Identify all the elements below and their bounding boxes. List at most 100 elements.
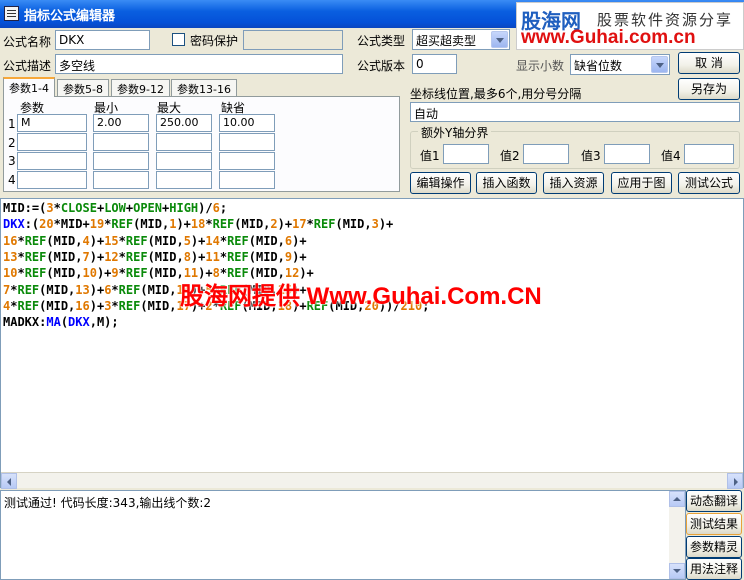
code-token: 10: [3, 266, 18, 281]
code-token: *: [17, 249, 25, 264]
formula-version-input[interactable]: 0: [412, 54, 457, 74]
code-token: DKX: [3, 217, 25, 232]
formula-name-label: 公式名称: [3, 35, 52, 49]
param-row-index: 4: [8, 173, 16, 187]
param-min-cell[interactable]: [93, 152, 149, 170]
code-token: 20: [39, 217, 54, 232]
scroll-down-icon[interactable]: [669, 563, 685, 579]
usage-notes-button[interactable]: 用法注释: [686, 558, 742, 580]
param-max-cell[interactable]: 250.00: [156, 114, 212, 132]
param-default-cell[interactable]: [219, 171, 275, 189]
param-default-cell[interactable]: 10.00: [219, 114, 275, 132]
insert-function-button[interactable]: 插入函数: [476, 172, 537, 194]
tab-params-9-12[interactable]: 参数9-12: [111, 79, 170, 97]
scroll-left-icon[interactable]: [1, 473, 17, 489]
output-panel[interactable]: 测试通过! 代码长度:343,输出线个数:2: [0, 490, 686, 580]
code-token: (MID,: [133, 217, 170, 232]
axis-value3-input[interactable]: [604, 144, 650, 164]
tab-params-5-8[interactable]: 参数5-8: [57, 79, 109, 97]
code-token: (MID,: [147, 233, 184, 248]
watermark-banner: 股海网 股票软件资源分享 www.Guhai.com.cn: [516, 2, 744, 50]
param-min-cell[interactable]: [93, 171, 149, 189]
scroll-right-icon[interactable]: [727, 473, 743, 489]
param-max-cell[interactable]: [156, 152, 212, 170]
code-token: (MID,: [335, 217, 372, 232]
code-token: MID:=(: [3, 201, 47, 215]
save-as-button[interactable]: 另存为: [678, 78, 740, 100]
formula-type-select[interactable]: 超买超卖型: [412, 29, 510, 50]
code-token: (MID,: [147, 249, 184, 264]
param-name-cell[interactable]: [17, 133, 87, 151]
param-row-index: 1: [8, 117, 16, 131]
param-max-cell[interactable]: [156, 133, 212, 151]
code-token: (MID,: [147, 266, 184, 281]
code-editor[interactable]: MID:=(3*CLOSE+LOW+OPEN+HIGH)/6; DKX:(20*M…: [0, 198, 744, 488]
code-token: (MID,: [234, 217, 271, 232]
param-min-cell[interactable]: [93, 133, 149, 151]
code-token: REF: [24, 249, 47, 264]
code-token: REF: [313, 217, 336, 232]
code-token: (: [60, 315, 69, 330]
apply-to-chart-button[interactable]: 应用于图: [611, 172, 672, 194]
decimal-select[interactable]: 缺省位数: [570, 54, 670, 75]
code-token: (MID,: [248, 249, 285, 264]
code-token: REF: [17, 298, 40, 313]
axis-value2-input[interactable]: [523, 144, 569, 164]
formula-type-label: 公式类型: [357, 34, 406, 48]
formula-name-input[interactable]: DKX: [55, 30, 150, 50]
param-name-cell[interactable]: M: [17, 114, 87, 132]
cancel-button[interactable]: 取 消: [678, 52, 740, 74]
code-token: 16: [3, 233, 18, 248]
code-token: (MID,: [46, 266, 83, 281]
code-token: *: [118, 266, 126, 281]
code-token: REF: [111, 217, 134, 232]
chevron-down-icon[interactable]: [651, 56, 668, 73]
code-token: 16: [75, 298, 90, 313]
code-token: 3: [371, 217, 379, 232]
param-name-cell[interactable]: [17, 171, 87, 189]
param-min-cell[interactable]: 2.00: [93, 114, 149, 132]
axis-value4-input[interactable]: [684, 144, 734, 164]
code-token: 19: [89, 217, 105, 232]
code-token: *: [118, 249, 126, 264]
tab-params-1-4[interactable]: 参数1-4: [3, 77, 55, 97]
code-token: )+: [190, 233, 206, 248]
scroll-up-icon[interactable]: [669, 491, 685, 507]
param-row-index: 2: [8, 136, 16, 150]
test-formula-button[interactable]: 测试公式: [678, 172, 740, 194]
password-checkbox[interactable]: [172, 33, 185, 46]
formula-desc-label: 公式描述: [3, 59, 52, 73]
code-token: REF: [125, 233, 148, 248]
param-wizard-button[interactable]: 参数精灵: [686, 536, 742, 558]
vertical-scrollbar[interactable]: [669, 491, 685, 579]
dynamic-translate-button[interactable]: 动态翻译: [686, 490, 742, 512]
edit-operations-button[interactable]: 编辑操作: [410, 172, 471, 194]
code-token: )+: [378, 217, 394, 232]
code-token: 8: [183, 249, 191, 264]
chevron-down-icon[interactable]: [491, 31, 508, 48]
password-input[interactable]: [243, 30, 343, 50]
axis-position-input[interactable]: 自动: [410, 102, 740, 122]
code-token: )+: [89, 249, 105, 264]
code-token: REF: [24, 266, 47, 281]
param-max-cell[interactable]: [156, 171, 212, 189]
insert-resource-button[interactable]: 插入资源: [543, 172, 604, 194]
code-token: 18: [190, 217, 206, 232]
code-token: )+: [89, 282, 105, 297]
test-result-button[interactable]: 测试结果: [686, 513, 742, 535]
code-token: REF: [17, 282, 40, 297]
params-panel: 参数 最小 最大 缺省 1 M 2.00 250.00 10.00 2 3 4: [3, 96, 400, 192]
axis-value2-label: 值2: [500, 149, 520, 163]
code-token: REF: [24, 233, 47, 248]
param-default-cell[interactable]: [219, 152, 275, 170]
tab-params-13-16[interactable]: 参数13-16: [171, 79, 237, 97]
axis-value1-input[interactable]: [443, 144, 489, 164]
param-name-cell[interactable]: [17, 152, 87, 170]
horizontal-scrollbar[interactable]: [1, 472, 743, 489]
code-token: (MID,: [39, 298, 76, 313]
param-default-cell[interactable]: [219, 133, 275, 151]
watermark-url: www.Guhai.com.cn: [521, 27, 696, 48]
password-label: 密码保护: [190, 34, 239, 48]
formula-desc-input[interactable]: 多空线: [55, 54, 343, 74]
code-token: )+: [292, 249, 307, 264]
